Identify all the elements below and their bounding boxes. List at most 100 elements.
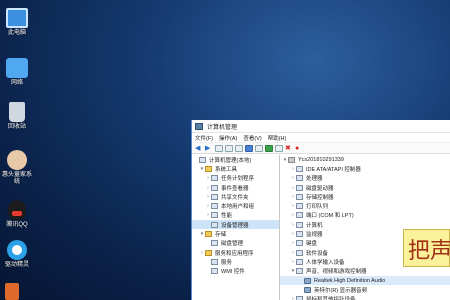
device-item-label: 端口 (COM 和 LPT) [306, 213, 354, 220]
desktop-icon-label: 回收站 [7, 124, 26, 130]
scan-hardware-icon[interactable] [255, 144, 263, 152]
device-item-label: 人体学输入设备 [306, 259, 345, 266]
device-category-icon [288, 156, 295, 163]
title-bar[interactable]: 计算机管理 [192, 120, 450, 133]
device-category-icon [296, 296, 303, 300]
nav-item[interactable]: 设备管理器 [192, 220, 279, 230]
desktop-icon-label: 此电脑 [7, 30, 26, 36]
device-item[interactable]: ▾ Ycs201810291339 [280, 155, 450, 164]
nav-item-label: 性能 [221, 213, 233, 220]
menu-bar: 文件(F) 操作(A) 查看(V) 帮助(H) [192, 133, 450, 143]
device-item[interactable]: 英特尔(R) 显示器音频 [280, 285, 450, 294]
device-category-icon [296, 258, 303, 265]
device-category-icon [296, 231, 303, 238]
avatar-icon [7, 150, 27, 170]
nav-item-label: 本地用户和组 [221, 204, 255, 211]
disable-device-icon[interactable] [275, 144, 283, 152]
desktop-icon-label: 腾讯QQ [6, 222, 28, 228]
wmi-icon [211, 268, 218, 275]
device-item-label: 软件设备 [306, 250, 329, 257]
nav-item[interactable]: ▾ 存储 [192, 229, 279, 238]
nav-item[interactable]: › 任务计划程序 [192, 174, 279, 183]
nav-item-label: 存储 [215, 232, 227, 239]
qq-icon [8, 200, 26, 220]
back-arrow-icon[interactable]: ◀ [195, 145, 203, 152]
desktop-icon-recycle-bin[interactable]: 回收站 [0, 102, 34, 131]
nav-item-label: 任务计划程序 [221, 176, 255, 183]
device-tree: ▾ Ycs201810291339 › IDE ATA/ATAPI 控制器 › 处理器 › 磁… [280, 155, 450, 300]
enable-device-icon[interactable]: ● [295, 145, 303, 152]
desktop-icon-label: 驱动精灵 [4, 262, 29, 268]
update-driver-icon[interactable] [265, 144, 273, 152]
desktop-icon-driver[interactable]: 驱动精灵 [0, 240, 34, 269]
device-item[interactable]: › 磁盘驱动器 [280, 183, 450, 192]
nav-item[interactable]: › 共享文件夹 [192, 192, 279, 201]
device-item-label: 监视器 [306, 232, 323, 239]
device-category-icon [304, 277, 311, 284]
device-item[interactable]: › 计算机 [280, 220, 450, 229]
nav-item-label: 计算机管理(本地) [209, 157, 252, 164]
nav-item[interactable]: › 事件查看器 [192, 183, 279, 192]
device-item[interactable]: › 处理器 [280, 174, 450, 183]
computer-management-window: 计算机管理 文件(F) 操作(A) 查看(V) 帮助(H) ◀ ▶ ✖ ● 计算… [191, 120, 450, 300]
forward-arrow-icon[interactable]: ▶ [205, 145, 213, 152]
menu-help[interactable]: 帮助(H) [268, 134, 287, 142]
menu-file[interactable]: 文件(F) [195, 134, 213, 142]
device-item[interactable]: ▾ 声音、视频和游戏控制器 [280, 267, 450, 276]
storage-icon [205, 231, 212, 238]
nav-item[interactable]: › 服务和应用程序 [192, 248, 279, 257]
nav-item-label: WMI 控件 [221, 269, 245, 276]
device-item-label: 鼠标和其他指针设备 [306, 295, 356, 300]
help-icon[interactable] [245, 144, 253, 152]
device-item[interactable]: › 存储控制器 [280, 192, 450, 201]
nav-item[interactable]: 服务 [192, 257, 279, 266]
device-item[interactable]: Realtek High Definition Audio [280, 275, 450, 286]
tools-icon [205, 165, 212, 172]
network-icon [6, 58, 28, 78]
nav-item[interactable]: ▾ 系统工具 [192, 164, 279, 173]
nav-item-label: 服务和应用程序 [215, 250, 254, 257]
device-item[interactable]: ›鼠标和其他指针设备 [280, 294, 450, 300]
desktop-icon-this-pc[interactable]: 此电脑 [0, 8, 34, 37]
nav-item-label: 设备管理器 [221, 222, 249, 229]
device-item-label: 键盘 [306, 241, 318, 248]
window-title: 计算机管理 [207, 124, 238, 131]
computer-mgmt-icon [199, 156, 206, 163]
device-item-label: IDE ATA/ATAPI 控制器 [306, 166, 361, 173]
disk-icon [211, 240, 218, 247]
device-item-label: Realtek High Definition Audio [314, 277, 386, 284]
nav-item-label: 系统工具 [215, 166, 238, 173]
desktop-icon-network[interactable]: 网络 [0, 58, 34, 87]
nav-item-label: 磁盘管理 [221, 241, 244, 248]
device-category-icon [304, 286, 311, 293]
device-item[interactable]: › 端口 (COM 和 LPT) [280, 211, 450, 220]
device-item[interactable]: › IDE ATA/ATAPI 控制器 [280, 164, 450, 173]
up-folder-icon[interactable] [215, 144, 223, 152]
nav-item[interactable]: 磁盘管理 [192, 239, 279, 248]
device-item[interactable]: › 打印队列 [280, 201, 450, 210]
event-viewer-icon [211, 184, 218, 191]
caption-text: 把声 [408, 239, 450, 264]
nav-item[interactable]: WMI 控件 [192, 267, 279, 276]
menu-view[interactable]: 查看(V) [243, 134, 261, 142]
driver-icon [7, 240, 27, 260]
performance-icon [211, 212, 218, 219]
desktop-icon-avatar[interactable]: 惠头童家系统 [0, 150, 34, 186]
show-hide-tree-icon[interactable] [225, 144, 233, 152]
nav-item-label: 事件查看器 [221, 185, 249, 192]
device-item-label: 处理器 [306, 176, 323, 183]
device-item-label: 打印队列 [306, 204, 329, 211]
device-category-icon [296, 165, 303, 172]
desktop-icon-qq[interactable]: 腾讯QQ [0, 200, 34, 229]
device-category-icon [296, 221, 303, 228]
properties-icon[interactable] [235, 144, 243, 152]
menu-action[interactable]: 操作(A) [219, 134, 237, 142]
uninstall-x-icon[interactable]: ✖ [285, 145, 293, 152]
partial-desktop-icon[interactable] [5, 283, 19, 300]
device-item-label: 英特尔(R) 显示器音频 [314, 287, 368, 294]
nav-item[interactable]: 计算机管理(本地) [192, 155, 279, 164]
shared-folder-icon [211, 193, 218, 200]
nav-item[interactable]: › 性能 [192, 211, 279, 220]
nav-item[interactable]: › 本地用户和组 [192, 201, 279, 210]
device-item-label: 声音、视频和游戏控制器 [306, 269, 367, 276]
